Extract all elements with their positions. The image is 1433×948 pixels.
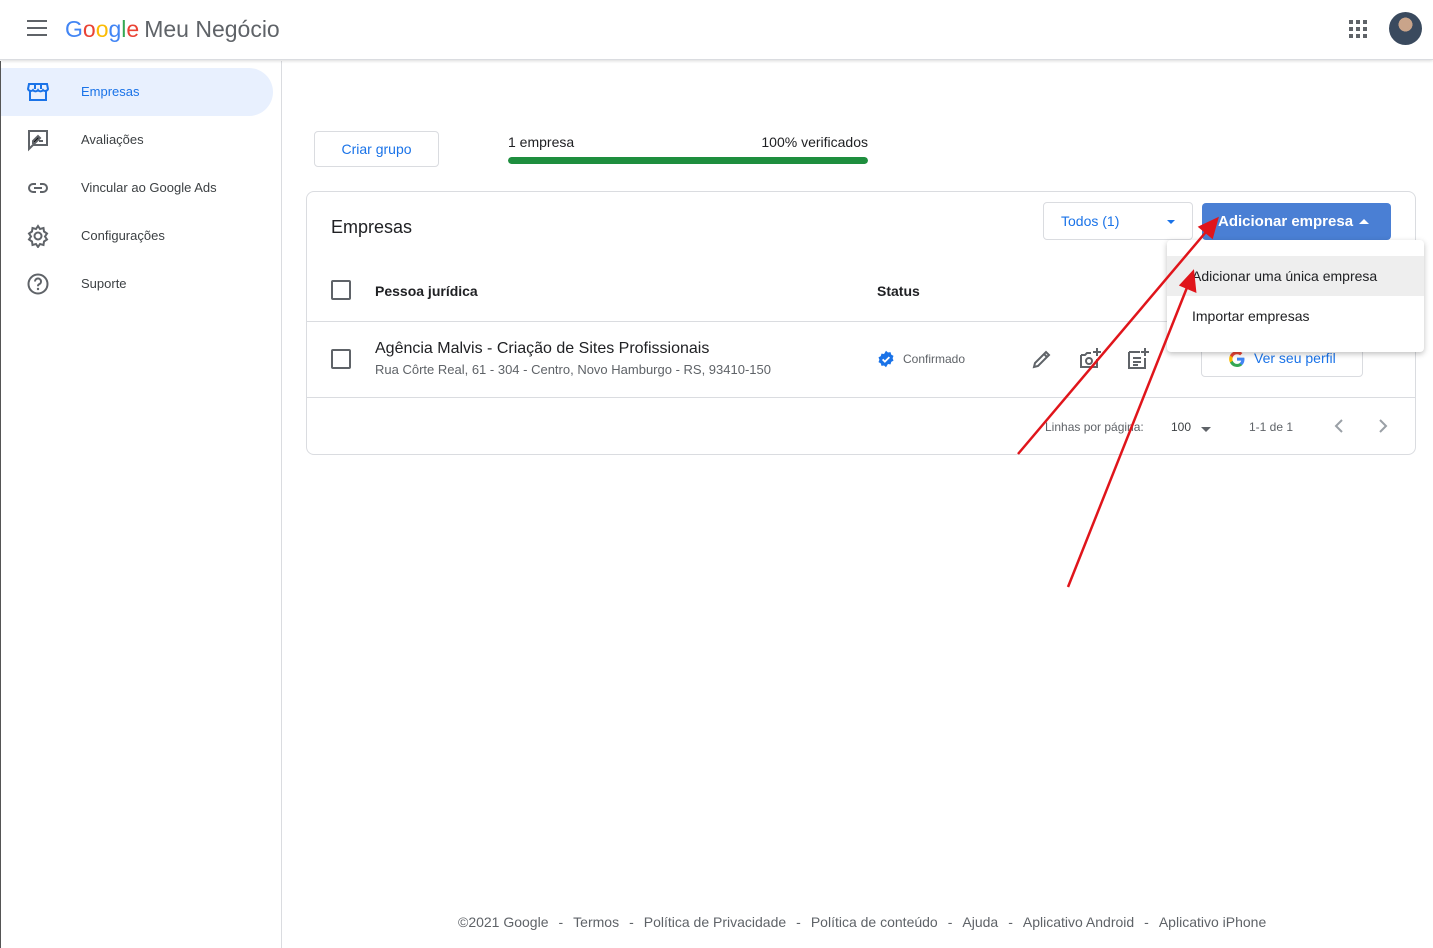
chevron-left-icon[interactable]: [1327, 414, 1351, 438]
caret-up-icon: [1359, 219, 1369, 224]
link-icon: [28, 183, 48, 193]
sidebar-item-label: Avaliações: [81, 132, 144, 147]
apps-grid-icon[interactable]: [1349, 20, 1367, 38]
select-all-checkbox[interactable]: [331, 280, 351, 300]
sidebar-item-label: Suporte: [81, 276, 127, 291]
row-divider: [307, 397, 1415, 398]
chevron-right-icon[interactable]: [1371, 414, 1395, 438]
view-profile-label: Ver seu perfil: [1254, 350, 1336, 366]
business-name[interactable]: Agência Malvis - Criação de Sites Profis…: [375, 340, 709, 358]
sidebar-item-configuracoes[interactable]: Configurações: [1, 212, 273, 260]
verified-check-icon: [878, 350, 894, 368]
column-header-status: Status: [877, 283, 920, 299]
status-badge: Confirmado: [903, 352, 966, 366]
rows-per-page-select[interactable]: 100: [1167, 415, 1217, 439]
google-g-icon: [1229, 351, 1245, 367]
rate-review-icon: [28, 130, 48, 152]
page-footer: ©2021 Google - Termos - Política de Privacid…: [458, 914, 1267, 930]
footer-link-iphone[interactable]: Aplicativo iPhone: [1159, 914, 1266, 930]
business-address: Rua Côrte Real, 61 - 304 - Centro, Novo …: [375, 362, 771, 377]
add-business-menu: Adicionar uma única empresa Importar emp…: [1167, 240, 1424, 352]
sidebar-item-label: Configurações: [81, 228, 165, 243]
verification-progress-fill: [508, 157, 868, 164]
gear-icon: [27, 224, 49, 248]
rows-per-page-value: 100: [1171, 420, 1192, 434]
footer-copyright: ©2021 Google: [458, 914, 549, 930]
verified-percent: 100% verificados: [761, 134, 868, 150]
menu-item-label: Importar empresas: [1192, 308, 1310, 324]
create-group-button[interactable]: Criar grupo: [314, 131, 439, 167]
create-post-icon[interactable]: [1126, 347, 1150, 371]
menu-item-label: Adicionar uma única empresa: [1192, 268, 1378, 284]
filter-value: Todos (1): [1061, 213, 1120, 229]
product-name: Meu Negócio: [144, 16, 280, 42]
edit-pencil-icon[interactable]: [1030, 347, 1054, 371]
menu-item-add-single[interactable]: Adicionar uma única empresa: [1167, 256, 1424, 296]
sidebar-item-label: Vincular ao Google Ads: [81, 180, 217, 195]
footer-link-terms[interactable]: Termos: [573, 914, 619, 930]
rows-per-page-label: Linhas por página:: [1045, 420, 1144, 434]
help-icon: [27, 273, 49, 295]
add-business-button[interactable]: Adicionar empresa: [1202, 203, 1391, 240]
card-title: Empresas: [331, 217, 413, 237]
add-business-label: Adicionar empresa: [1218, 213, 1354, 230]
sidebar: Empresas Avaliações Vincular ao Google A…: [0, 61, 282, 948]
sidebar-item-avaliacoes[interactable]: Avaliações: [1, 116, 273, 164]
column-header-name: Pessoa jurídica: [375, 283, 478, 299]
caret-down-icon: [1167, 220, 1175, 224]
add-photo-icon[interactable]: [1078, 347, 1102, 371]
sidebar-item-empresas[interactable]: Empresas: [1, 68, 273, 116]
sidebar-item-suporte[interactable]: Suporte: [1, 260, 273, 308]
product-logo[interactable]: Google Meu Negócio: [65, 14, 280, 44]
footer-link-help[interactable]: Ajuda: [962, 914, 998, 930]
menu-icon[interactable]: [27, 20, 47, 36]
business-count: 1 empresa: [508, 134, 575, 150]
footer-link-privacy[interactable]: Política de Privacidade: [644, 914, 786, 930]
caret-down-icon: [1201, 427, 1211, 432]
pagination-range: 1-1 de 1: [1249, 420, 1294, 434]
footer-link-content-policy[interactable]: Política de conteúdo: [811, 914, 938, 930]
menu-item-import[interactable]: Importar empresas: [1167, 296, 1424, 336]
row-checkbox[interactable]: [331, 349, 351, 369]
app-header: Google Meu Negócio: [0, 0, 1433, 60]
storefront-icon: [26, 83, 50, 101]
filter-select[interactable]: Todos (1): [1043, 202, 1193, 240]
sidebar-item-label: Empresas: [81, 84, 140, 99]
sidebar-item-google-ads[interactable]: Vincular ao Google Ads: [1, 164, 273, 212]
avatar[interactable]: [1389, 12, 1422, 45]
verification-progress-bar: [508, 157, 868, 164]
footer-link-android[interactable]: Aplicativo Android: [1023, 914, 1134, 930]
